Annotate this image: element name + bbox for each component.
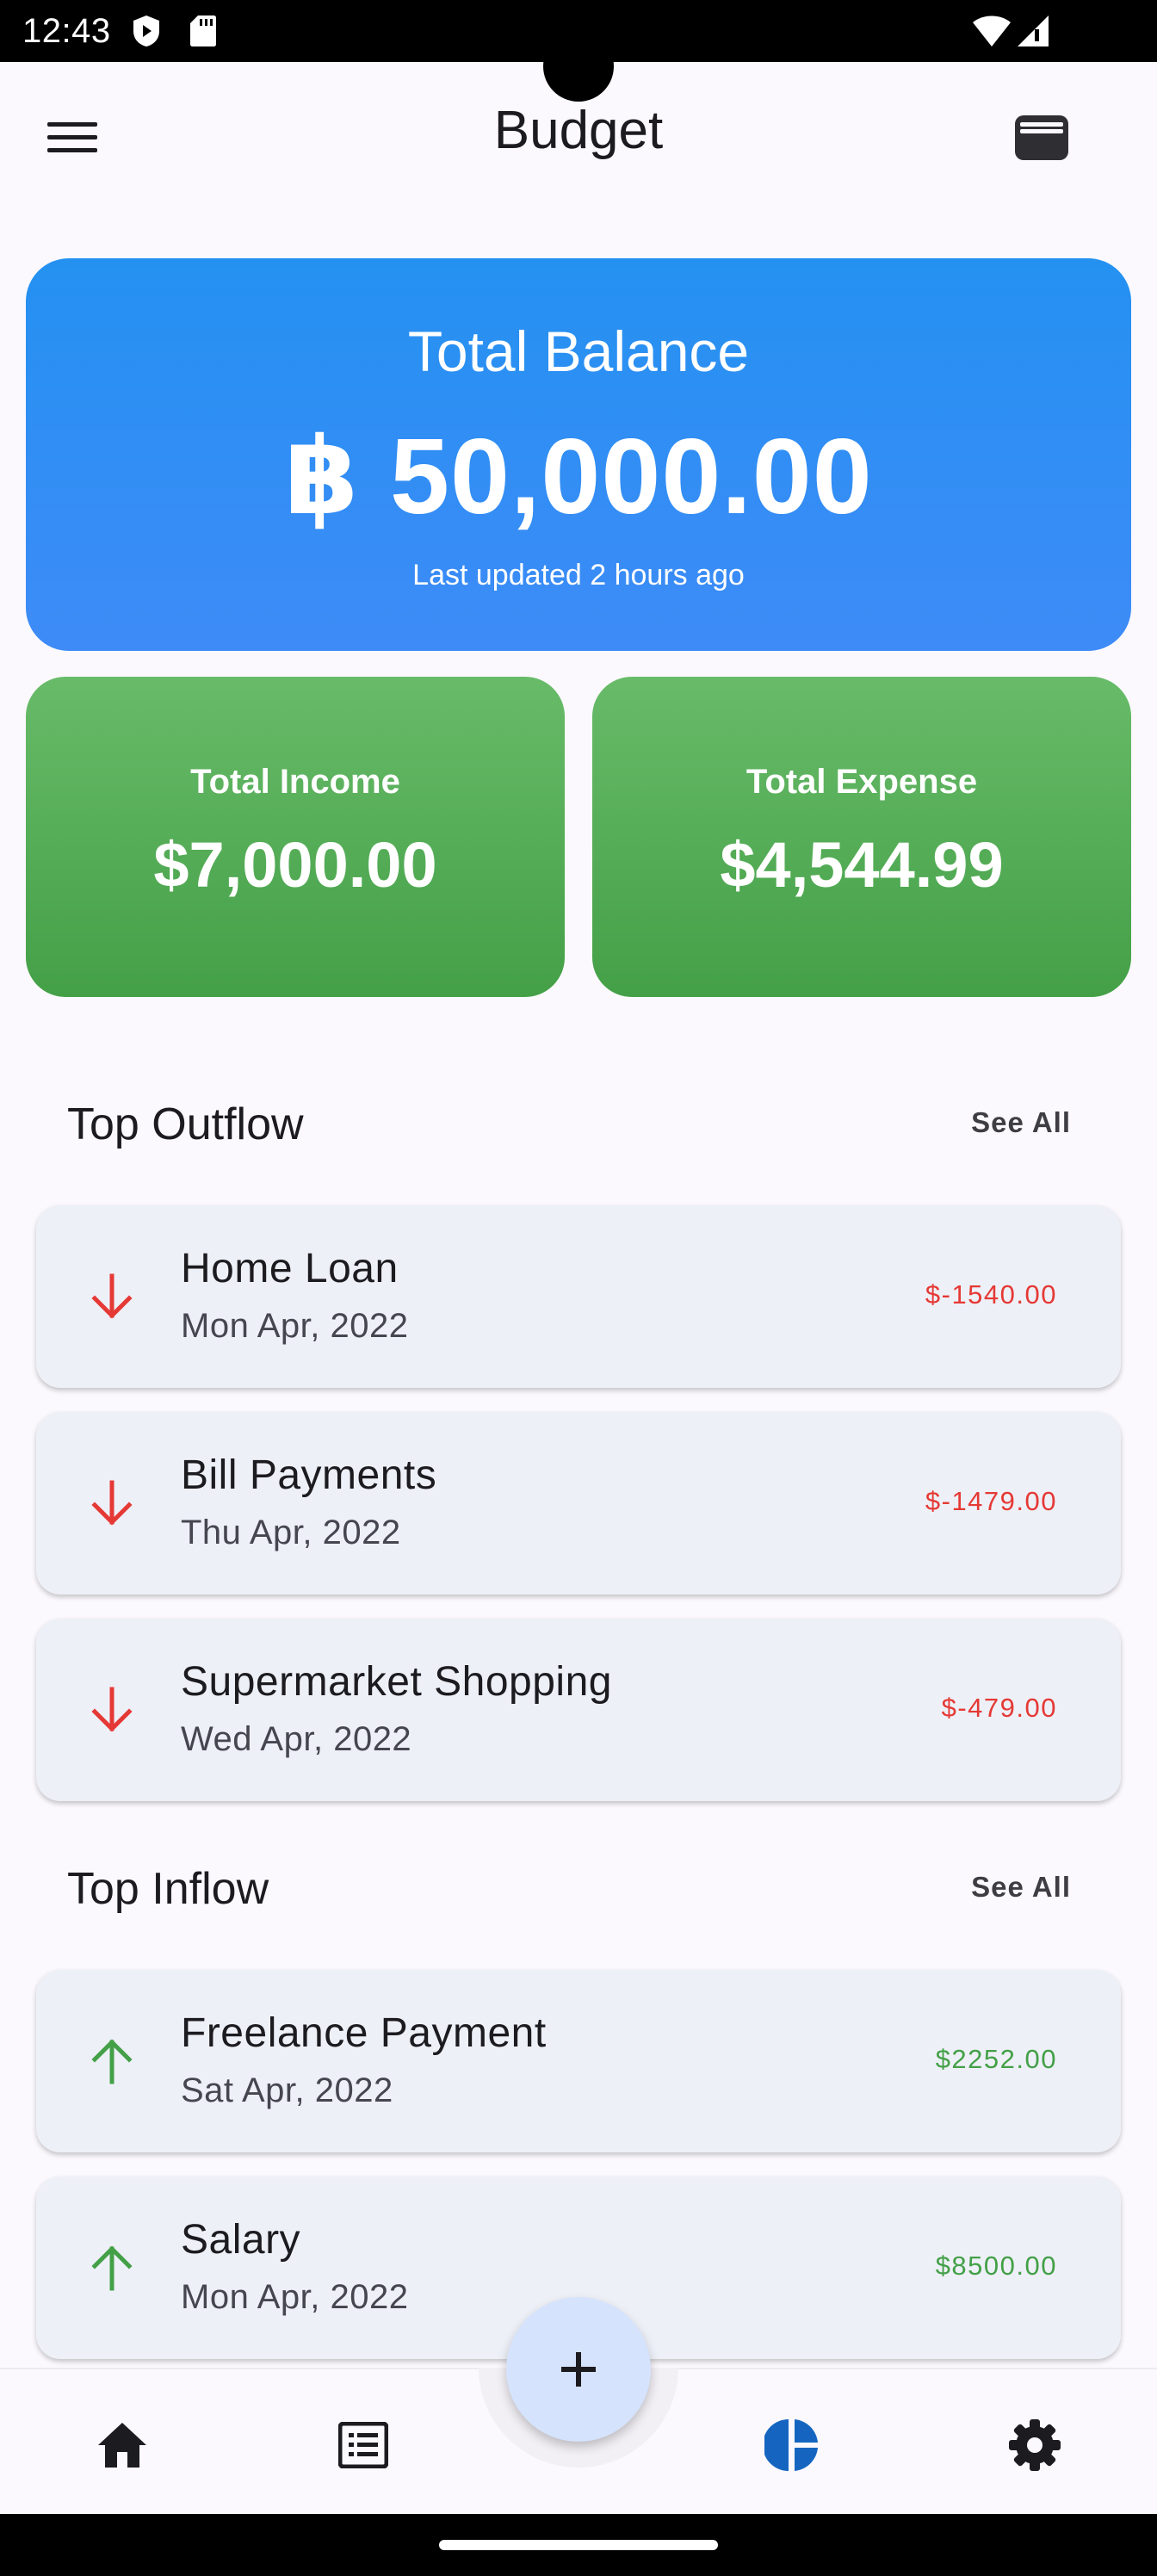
nav-transactions[interactable] [325, 2407, 401, 2483]
settings-icon [1009, 2419, 1061, 2471]
transaction-date: Thu Apr, 2022 [181, 1514, 401, 1551]
see-all-inflow-button[interactable]: See All [971, 1868, 1071, 1906]
arrow-down-icon [91, 1480, 133, 1526]
total-income-label: Total Income [190, 763, 400, 801]
list-item[interactable]: Bill Payments Thu Apr, 2022 $-1479.00 [36, 1412, 1121, 1595]
shield-icon [133, 15, 159, 46]
transaction-amount: $8500.00 [935, 2251, 1057, 2281]
page-title: Budget [493, 101, 664, 160]
transaction-title: Supermarket Shopping [181, 1659, 612, 1705]
home-icon [98, 2423, 146, 2468]
pie-chart-icon [764, 2419, 818, 2471]
transaction-title: Salary [181, 2217, 301, 2263]
total-expense-label: Total Expense [746, 763, 978, 801]
list-item[interactable]: Supermarket Shopping Wed Apr, 2022 $-479… [36, 1619, 1121, 1801]
balance-updated-text: Last updated 2 hours ago [412, 559, 745, 591]
nav-settings[interactable] [997, 2407, 1073, 2483]
nav-home[interactable] [84, 2407, 160, 2483]
transaction-amount: $2252.00 [935, 2044, 1057, 2074]
see-all-outflow-button[interactable]: See All [971, 1104, 1071, 1142]
add-transaction-button[interactable] [506, 2297, 651, 2442]
wallet-button[interactable] [1004, 100, 1080, 176]
arrow-down-icon [91, 1273, 133, 1319]
transaction-amount: $-1479.00 [925, 1486, 1057, 1516]
arrow-up-icon [91, 2245, 133, 2291]
wallet-icon [1015, 115, 1068, 160]
status-time: 12:43 [22, 12, 111, 50]
transaction-date: Wed Apr, 2022 [181, 1720, 412, 1758]
transaction-title: Bill Payments [181, 1452, 437, 1498]
top-outflow-header: Top Outflow See All [67, 1088, 1088, 1157]
transaction-amount: $-479.00 [941, 1693, 1057, 1723]
gesture-navigation-bar [0, 2514, 1157, 2576]
wifi-icon [973, 15, 1011, 46]
add-icon [561, 2352, 596, 2387]
transaction-title: Freelance Payment [181, 2010, 547, 2056]
transaction-date: Mon Apr, 2022 [181, 2278, 409, 2316]
signal-icon [1018, 15, 1049, 46]
balance-card: Total Balance ฿ 50,000.00 Last updated 2… [26, 258, 1131, 651]
arrow-up-icon [91, 2039, 133, 2084]
total-income-card: Total Income $7,000.00 [26, 677, 565, 997]
arrow-down-icon [91, 1687, 133, 1732]
balance-label: Total Balance [407, 319, 750, 383]
top-inflow-header: Top Inflow See All [67, 1853, 1088, 1922]
transaction-date: Sat Apr, 2022 [181, 2071, 393, 2109]
app-bar: Budget [0, 62, 1157, 203]
nav-statistics[interactable] [754, 2407, 830, 2483]
balance-amount: ฿ 50,000.00 [284, 418, 873, 536]
transaction-title: Home Loan [181, 1246, 399, 1291]
total-expense-card: Total Expense $4,544.99 [592, 677, 1131, 997]
transaction-date: Mon Apr, 2022 [181, 1307, 409, 1345]
list-item[interactable]: Freelance Payment Sat Apr, 2022 $2252.00 [36, 1970, 1121, 2152]
transaction-amount: $-1540.00 [925, 1279, 1057, 1310]
list-icon [338, 2422, 388, 2468]
section-title: Top Outflow [67, 1099, 304, 1149]
home-gesture-handle[interactable] [439, 2540, 718, 2550]
total-expense-value: $4,544.99 [720, 829, 1004, 901]
sd-card-icon [190, 15, 216, 46]
total-income-value: $7,000.00 [153, 829, 437, 901]
list-item[interactable]: Home Loan Mon Apr, 2022 $-1540.00 [36, 1205, 1121, 1388]
section-title: Top Inflow [67, 1864, 269, 1914]
